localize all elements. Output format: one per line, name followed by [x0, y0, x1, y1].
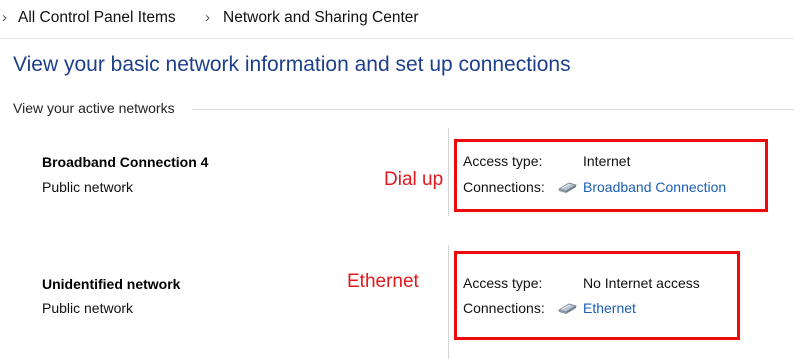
network-adapter-icon[interactable]	[556, 180, 578, 194]
connection-link[interactable]: Broadband Connection	[583, 179, 726, 195]
connections-label: Connections:	[463, 179, 545, 195]
network-divider	[448, 245, 449, 359]
annotation-label: Dial up	[384, 169, 444, 190]
access-type-value: No Internet access	[583, 275, 700, 291]
connection-link[interactable]: Ethernet	[583, 300, 636, 316]
network-divider	[448, 128, 449, 216]
breadcrumb: › All Control Panel Items › Network and …	[0, 0, 794, 39]
network-name: Broadband Connection 4	[42, 154, 209, 170]
network-name: Unidentified network	[42, 276, 181, 292]
chevron-right-icon[interactable]: ›	[205, 9, 210, 26]
page-title: View your basic network information and …	[13, 53, 571, 76]
highlight-box	[454, 139, 768, 212]
connections-label: Connections:	[463, 300, 545, 316]
network-category-link[interactable]: Public network	[42, 179, 133, 195]
access-type-value: Internet	[583, 153, 631, 169]
annotation-label: Ethernet	[347, 271, 419, 292]
highlight-box	[454, 251, 740, 340]
network-category-link[interactable]: Public network	[42, 300, 133, 316]
chevron-right-icon[interactable]: ›	[2, 9, 7, 26]
network-adapter-icon[interactable]	[556, 301, 578, 315]
active-networks-heading: View your active networks	[13, 100, 175, 116]
access-type-label: Access type:	[463, 153, 543, 169]
section-divider	[192, 109, 794, 110]
breadcrumb-item-network-and-sharing-center[interactable]: Network and Sharing Center	[223, 9, 419, 27]
breadcrumb-item-all-control-panel-items[interactable]: All Control Panel Items	[18, 9, 176, 27]
access-type-label: Access type:	[463, 275, 543, 291]
